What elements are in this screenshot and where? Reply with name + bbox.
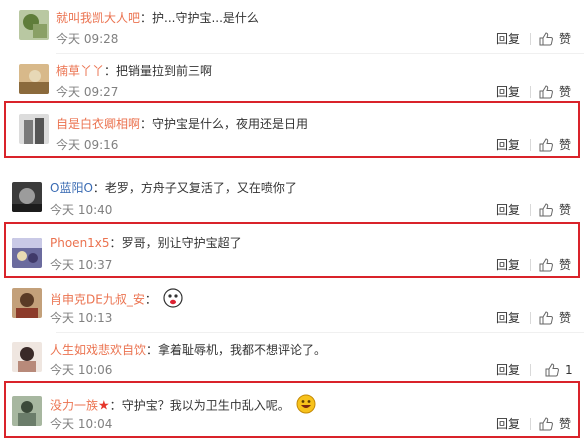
reply-button[interactable]: 回复 [496,362,520,378]
star-badge-icon: ★ [98,398,110,414]
user-avatar[interactable] [12,342,42,372]
comment-text: 拿着耻辱机，我都不想评论了。 [158,343,327,357]
username-link[interactable]: 自是白衣卿相啊 [56,117,140,131]
comment-time: 今天 10:13 [50,311,113,325]
comment-text: 把销量拉到前三啊 [116,64,213,78]
colon: ： [146,343,159,357]
divider [530,33,531,45]
comment-text: 老罗，方舟子又复活了，又在喷你了 [104,181,297,195]
comment-text: 守护宝？我以为卫生巾乱入呢。 [121,398,290,413]
username-link[interactable]: 人生如戏悲欢自饮 [50,343,146,357]
divider [530,86,531,98]
reply-button[interactable]: 回复 [496,310,520,326]
colon: ： [109,398,122,413]
emoji-face-icon [163,288,183,312]
username-link[interactable]: 就叫我凯大人吧 [56,11,140,25]
emoji-face-icon [296,394,316,418]
comment-time: 今天 10:04 [50,417,113,431]
username-link[interactable]: 肖申克DE九叔_安 [50,293,145,307]
colon: ： [140,11,153,25]
like-button[interactable]: 赞 [559,310,571,326]
like-button[interactable]: 赞 [559,137,571,153]
username-link[interactable]: O蓝阳O [50,181,93,195]
reply-button[interactable]: 回复 [496,84,520,100]
user-avatar[interactable] [12,288,42,318]
thumbs-up-icon[interactable] [539,85,553,99]
thumbs-up-icon[interactable] [539,417,553,431]
like-button[interactable]: 赞 [559,257,571,273]
like-button[interactable]: 赞 [559,416,571,432]
like-button[interactable]: 赞 [559,84,571,100]
comment-text: 守护宝是什么，夜用还是日用 [152,117,309,131]
comment-time: 今天 10:06 [50,363,113,377]
comment-time: 今天 09:27 [56,85,119,99]
divider [56,332,584,333]
user-avatar[interactable] [19,114,49,144]
comment-item: Phoen1x5：罗哥，别让守护宝超了 今天 10:37 回复 赞 [0,226,584,278]
reply-button[interactable]: 回复 [496,202,520,218]
reply-button[interactable]: 回复 [496,31,520,47]
user-avatar[interactable] [12,238,42,268]
comment-text: 罗哥，别让守护宝超了 [121,236,242,250]
username-link[interactable]: 楠草丫丫 [56,64,104,78]
comment-time: 今天 10:37 [50,258,113,272]
divider [530,139,531,151]
username-link[interactable]: 没力一族 [50,399,98,413]
username-link[interactable]: Phoen1x5 [50,236,110,250]
comment-text: 护...守护宝...是什么 [152,11,259,25]
comment-time: 今天 10:40 [50,203,113,217]
colon: ： [144,292,157,307]
comment-item: O蓝阳O：老罗，方舟子又复活了，又在喷你了 今天 10:40 回复 赞 [0,170,584,222]
like-button[interactable]: 赞 [559,202,571,218]
user-avatar[interactable] [12,182,42,212]
divider [530,418,531,430]
user-avatar[interactable] [19,64,49,94]
divider [530,312,531,324]
thumbs-up-icon[interactable] [539,32,553,46]
comment-item: 没力一族★：守护宝？我以为卫生巾乱入呢。 今天 10:04 回复 赞 [0,384,584,438]
divider [530,204,531,216]
thumbs-up-icon[interactable] [539,258,553,272]
comment-item: 人生如戏悲欢自饮：拿着耻辱机，我都不想评论了。 今天 10:06 回复 1 [0,334,584,380]
thumbs-up-icon[interactable] [545,363,559,377]
thumbs-up-icon[interactable] [539,138,553,152]
comment-item: 自是白衣卿相啊：守护宝是什么，夜用还是日用 今天 09:16 回复 赞 [0,104,584,158]
comment-item: 就叫我凯大人吧：护...守护宝...是什么 今天 09:28 回复 赞 [0,0,584,52]
reply-button[interactable]: 回复 [496,257,520,273]
user-avatar[interactable] [12,396,42,426]
colon: ： [92,181,105,195]
colon: ： [109,236,122,250]
thumbs-up-icon[interactable] [539,311,553,325]
user-avatar[interactable] [19,10,49,40]
comment-time: 今天 09:28 [56,32,119,46]
comment-time: 今天 09:16 [56,138,119,152]
thumbs-up-icon[interactable] [539,203,553,217]
colon: ： [140,117,153,131]
divider [530,364,531,376]
divider [530,259,531,271]
comment-item: 肖申克DE九叔_安： 今天 10:13 回复 赞 [0,280,584,332]
like-count[interactable]: 1 [565,362,573,378]
comment-item: 楠草丫丫：把销量拉到前三啊 今天 09:27 回复 赞 [0,54,584,100]
like-button[interactable]: 赞 [559,31,571,47]
reply-button[interactable]: 回复 [496,416,520,432]
colon: ： [104,64,117,78]
reply-button[interactable]: 回复 [496,137,520,153]
